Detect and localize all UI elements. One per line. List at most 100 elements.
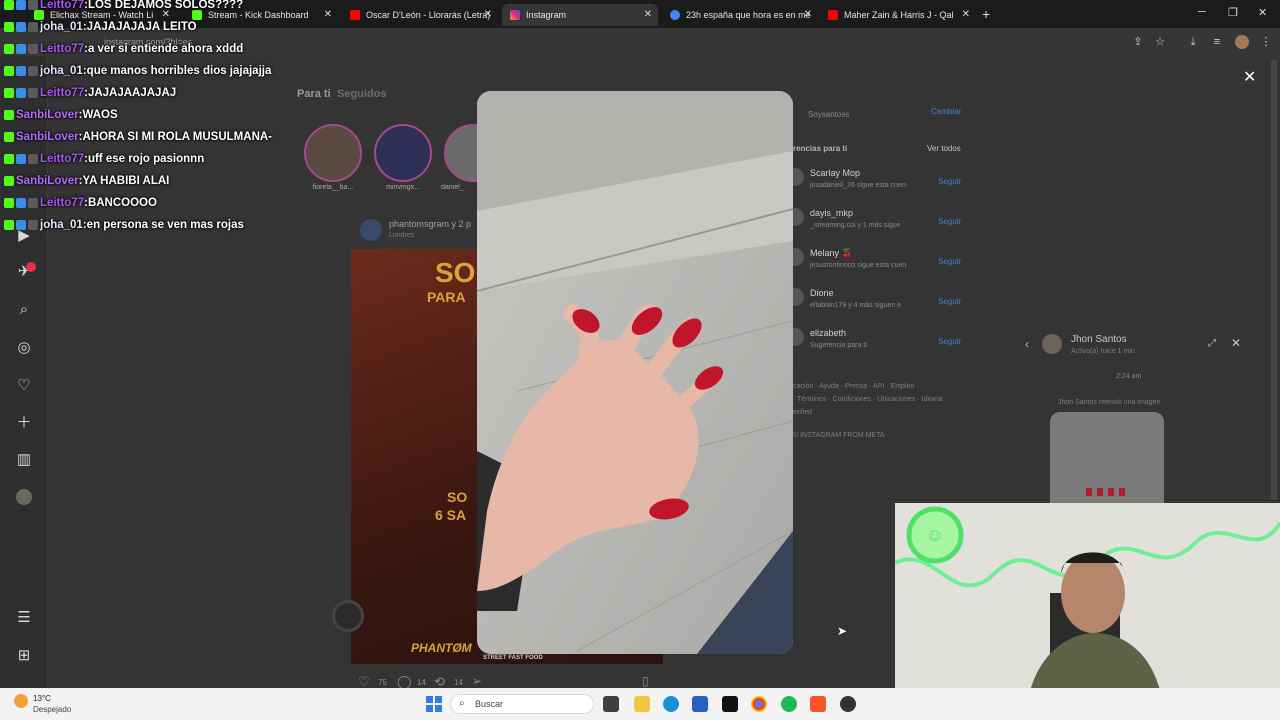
more-menu-icon[interactable]: ☰ <box>14 608 34 628</box>
see-all-link[interactable]: Ver todos <box>927 144 961 153</box>
post-image-text: PHANTØM <box>411 641 472 655</box>
suggestion-name[interactable]: Scarlay Mop <box>810 168 860 178</box>
new-tab-button[interactable]: + <box>982 6 990 22</box>
profile-avatar[interactable] <box>1235 35 1249 49</box>
tab-following[interactable]: Seguidos <box>337 88 387 100</box>
search-icon[interactable]: ⌕ <box>14 300 34 320</box>
weather-temp[interactable]: 13°C <box>33 694 51 703</box>
chat-username[interactable]: SanbiLover <box>16 175 79 187</box>
notifications-heart-icon[interactable]: ♡ <box>14 376 34 396</box>
yandex-icon[interactable] <box>722 696 738 712</box>
dm-contact-name[interactable]: Jhon Santos <box>1071 334 1127 345</box>
chat-username[interactable]: Leitto77 <box>40 153 84 165</box>
task-view-icon[interactable] <box>603 696 619 712</box>
follow-button[interactable]: Seguir <box>938 217 961 226</box>
story-username: daniel_ <box>441 184 464 191</box>
chat-username[interactable]: joha_01 <box>40 219 83 231</box>
suggestion-name[interactable]: Dione <box>810 288 834 298</box>
chat-text: a ver si entiende ahora xddd <box>87 43 244 55</box>
taskbar-search[interactable]: ⌕ Buscar <box>450 694 594 714</box>
close-window-icon[interactable]: ✕ <box>1258 6 1267 19</box>
suggestion-name[interactable]: elizabeth <box>810 328 846 338</box>
edge-icon[interactable] <box>663 696 679 712</box>
tab-for-you[interactable]: Para ti <box>297 88 331 100</box>
dashboard-icon[interactable]: ▥ <box>14 450 34 470</box>
bookmark-star-icon[interactable]: ☆ <box>1153 35 1167 49</box>
dm-forward-note: Jhon Santos reenvió una imagen <box>1058 399 1161 406</box>
kick-badge-icon <box>4 198 14 208</box>
switch-account-link[interactable]: Cambiar <box>931 107 961 116</box>
page-scrollbar[interactable] <box>1271 60 1277 500</box>
dm-avatar[interactable] <box>1042 334 1062 354</box>
close-modal-icon[interactable]: ✕ <box>1243 67 1256 87</box>
chat-username[interactable]: Leitto77 <box>40 87 84 99</box>
tab-title: Instagram <box>526 10 567 20</box>
dm-image-thumbnail[interactable] <box>1050 412 1164 503</box>
weather-sun-icon[interactable] <box>14 694 28 708</box>
subscriber-badge-icon <box>16 0 26 10</box>
suggestion-name[interactable]: Melany 🍒 <box>810 248 853 259</box>
post-image-text: 6 SA <box>435 507 467 523</box>
post-author-avatar[interactable] <box>360 219 382 241</box>
spotify-icon[interactable] <box>781 696 797 712</box>
expand-icon[interactable]: ⤢ <box>1208 338 1216 349</box>
share-send-icon[interactable]: ➢ <box>472 674 482 688</box>
tab-oscar-leon[interactable]: Oscar D'León - Llorarás (Letra) ✕ <box>342 4 498 26</box>
tab-instagram[interactable]: Instagram ✕ <box>502 4 658 26</box>
weather-desc[interactable]: Despejado <box>33 705 71 714</box>
chat-username[interactable]: Leitto77 <box>40 0 84 11</box>
follow-button[interactable]: Seguir <box>938 337 961 346</box>
chat-text: uff ese rojo pasionnn <box>87 153 205 165</box>
store-icon[interactable] <box>692 696 708 712</box>
restore-icon[interactable]: ❐ <box>1228 6 1238 19</box>
menu-dots-icon[interactable]: ⋮ <box>1259 35 1273 49</box>
story-avatar[interactable] <box>374 124 432 182</box>
tab-maher-zain[interactable]: Maher Zain & Harris J - Qal ✕ <box>820 4 976 26</box>
explore-icon[interactable]: ◎ <box>14 338 34 358</box>
install-app-icon[interactable]: ⇪ <box>1131 35 1145 49</box>
follow-button[interactable]: Seguir <box>938 297 961 306</box>
suggestion-name[interactable]: dayis_mkp <box>810 208 853 218</box>
close-tab-icon[interactable]: ✕ <box>804 9 812 20</box>
chat-username[interactable]: SanbiLover <box>16 131 79 143</box>
save-bookmark-icon[interactable]: ▯ <box>642 674 649 688</box>
audio-disc-icon[interactable] <box>332 600 364 632</box>
chat-username[interactable]: Leitto77 <box>40 43 84 55</box>
brave-icon[interactable] <box>810 696 826 712</box>
profile-avatar[interactable] <box>16 489 32 505</box>
close-tab-icon[interactable]: ✕ <box>962 9 970 20</box>
post-author[interactable]: phantomsgram y 2 p <box>389 219 471 229</box>
close-tab-icon[interactable]: ✕ <box>324 9 332 20</box>
minimize-icon[interactable]: ─ <box>1198 6 1206 18</box>
footer-links[interactable]: cación · Ayuda · Prensa · API · Empleo · <box>793 383 919 390</box>
suggestion-subtitle: jesusrontinoco sigue esta cuen <box>810 262 907 269</box>
windows-start-icon[interactable] <box>426 696 442 712</box>
chat-username[interactable]: SanbiLover <box>16 109 79 121</box>
footer-links[interactable]: erified <box>793 409 812 416</box>
search-placeholder: Buscar <box>475 699 504 709</box>
chrome-icon[interactable] <box>751 696 767 712</box>
story-avatar[interactable] <box>304 124 362 182</box>
chat-username[interactable]: Leitto77 <box>40 197 84 209</box>
post-location[interactable]: Londres <box>389 232 414 239</box>
chat-username[interactable]: joha_01 <box>40 21 83 33</box>
close-tab-icon[interactable]: ✕ <box>644 9 652 20</box>
suggestion-subtitle: _streaming.coi y 1 más sigue <box>810 222 901 229</box>
tab-spain-time[interactable]: 23h españa que hora es en me ✕ <box>662 4 818 26</box>
download-icon[interactable]: ⤓ <box>1186 35 1200 49</box>
create-icon[interactable]: ＋ <box>14 413 34 433</box>
back-arrow-icon[interactable]: ‹ <box>1025 337 1029 351</box>
obs-icon[interactable] <box>840 696 856 712</box>
meta-apps-icon[interactable]: ⊞ <box>14 646 34 666</box>
footer-links[interactable]: · Términos · Condiciones · Ubicaciones ·… <box>793 396 947 403</box>
story-viewer-image[interactable] <box>477 91 793 654</box>
close-tab-icon[interactable]: ✕ <box>484 9 492 20</box>
follow-button[interactable]: Seguir <box>938 177 961 186</box>
chat-username[interactable]: joha_01 <box>40 65 83 77</box>
close-dm-icon[interactable]: ✕ <box>1231 336 1241 350</box>
chat-text: JAJAJAAJAJAJ <box>87 87 177 99</box>
media-control-icon[interactable]: ≡ <box>1210 35 1224 49</box>
profile-username[interactable]: Soysantoss <box>808 110 849 119</box>
follow-button[interactable]: Seguir <box>938 257 961 266</box>
file-explorer-icon[interactable] <box>634 696 650 712</box>
